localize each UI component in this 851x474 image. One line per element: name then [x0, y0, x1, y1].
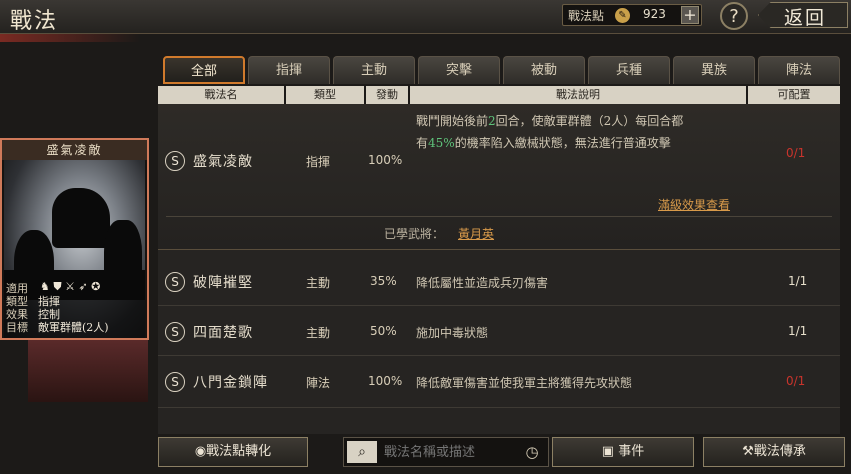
tactic-description: 降低屬性並造成兵刃傷害 — [416, 276, 549, 290]
config-count: 1/1 — [788, 274, 808, 288]
tactic-points-value: 923 — [643, 7, 666, 21]
tactic-list[interactable]: S 盛氣凌敵 指揮 100% 戰鬥開始後前2回合，使敵軍群體（2人）每回合都 有… — [158, 104, 840, 434]
tactic-row[interactable]: S 破陣摧堅 主動 35% 降低屬性並造成兵刃傷害 1/1 — [158, 258, 840, 306]
tactic-rate: 100% — [368, 374, 403, 388]
learned-generals-label: 已學武將： — [384, 227, 445, 241]
tab-troop[interactable]: 兵種 — [588, 56, 670, 84]
tactic-rate: 35% — [370, 274, 397, 288]
grade-badge: S — [165, 322, 185, 342]
grade-badge: S — [165, 151, 185, 171]
tactic-point-icon: ✎ — [615, 8, 630, 23]
tactic-type: 陣法 — [306, 376, 331, 390]
tactic-description: 戰鬥開始後前2回合，使敵軍群體（2人）每回合都 — [416, 114, 684, 128]
convert-points-button[interactable]: ◉戰法點轉化 — [158, 437, 308, 467]
unit-type-icons: ♞ ⛊ ⚔ ➶ ✪ — [40, 280, 101, 293]
tab-all[interactable]: 全部 — [163, 56, 245, 84]
full-effect-link[interactable]: 滿級效果查看 — [658, 196, 730, 213]
tactic-row-partial — [158, 410, 840, 434]
tactic-points-label: 戰法點 — [568, 9, 605, 23]
tab-active[interactable]: 主動 — [333, 56, 415, 84]
back-label: 返回 — [784, 7, 827, 29]
top-bar: 戰法 戰法點 ✎ 923 + ? 返回 — [0, 0, 851, 34]
card-stack-shadow — [28, 340, 148, 402]
help-button[interactable]: ? — [720, 2, 748, 30]
event-button[interactable]: ▣ 事件 — [552, 437, 694, 467]
tactic-description: 降低敵軍傷害並使我軍主將獲得先攻狀態 — [416, 376, 633, 390]
learned-general-link[interactable]: 黃月英 — [458, 225, 494, 242]
scroll-icon: ▣ — [601, 444, 619, 459]
grade-badge: S — [165, 372, 185, 392]
tactic-name: 破陣摧堅 — [193, 275, 253, 291]
hammer-icon: ⚒ — [742, 444, 754, 459]
tactic-row-expanded[interactable]: S 盛氣凌敵 指揮 100% 戰鬥開始後前2回合，使敵軍群體（2人）每回合都 有… — [158, 104, 840, 250]
col-header-name[interactable]: 戰法名 — [158, 86, 284, 104]
grade-badge: S — [165, 272, 185, 292]
card-stats: 適用 ♞ ⛊ ⚔ ➶ ✪ 類型 指揮 效果 控制 目標 敵軍群體(2人) — [4, 280, 145, 338]
add-points-button[interactable]: + — [681, 6, 699, 24]
inherit-tactic-label: 戰法傳承 — [753, 444, 806, 459]
tactic-name: 盛氣凌敵 — [193, 154, 253, 170]
search-icon[interactable]: ⌕ — [347, 441, 377, 463]
tactic-type: 主動 — [306, 276, 331, 290]
tactic-description-line2: 有45%的機率陷入繳械狀態，無法進行普通攻擊 — [416, 136, 671, 150]
tactic-type: 主動 — [306, 326, 331, 340]
search-box[interactable]: ⌕ ◷ — [343, 437, 549, 467]
tactic-type: 指揮 — [306, 155, 331, 169]
back-button[interactable]: 返回 — [758, 2, 848, 29]
convert-points-label: 戰法點轉化 — [206, 444, 272, 459]
tab-command[interactable]: 指揮 — [248, 56, 330, 84]
stat-value-target: 敵軍群體(2人) — [38, 321, 109, 334]
selected-tactic-card[interactable]: 盛氣凌敵 適用 ♞ ⛊ ⚔ ➶ ✪ 類型 指揮 效果 控制 目標 敵軍群體(2人… — [0, 138, 149, 340]
tab-tribe[interactable]: 異族 — [673, 56, 755, 84]
header-accent — [0, 34, 140, 42]
tactic-row[interactable]: S 八門金鎖陣 陣法 100% 降低敵軍傷害並使我軍主將獲得先攻狀態 0/1 — [158, 358, 840, 408]
col-header-config[interactable]: 可配置 — [748, 86, 840, 104]
tactic-name: 四面楚歌 — [193, 325, 253, 341]
config-count: 0/1 — [786, 146, 806, 160]
inherit-tactic-button[interactable]: ⚒戰法傳承 — [703, 437, 845, 467]
tactic-name: 八門金鎖陣 — [193, 375, 268, 391]
tactic-points-display: 戰法點 ✎ 923 + — [562, 4, 702, 26]
col-header-rate[interactable]: 發動 — [366, 86, 408, 104]
config-count: 0/1 — [786, 374, 806, 388]
tactic-row[interactable]: S 四面楚歌 主動 50% 施加中毒狀態 1/1 — [158, 308, 840, 356]
history-clock-icon[interactable]: ◷ — [520, 441, 544, 463]
tactic-description: 施加中毒狀態 — [416, 326, 489, 340]
tab-assault[interactable]: 突擊 — [418, 56, 500, 84]
stat-key-target: 目標 — [6, 321, 28, 334]
card-title: 盛氣凌敵 — [2, 140, 147, 160]
event-label: 事件 — [618, 444, 645, 459]
tactic-rate: 50% — [370, 324, 397, 338]
col-header-type[interactable]: 類型 — [286, 86, 364, 104]
config-count: 1/1 — [788, 324, 808, 338]
coin-icon: ◉ — [194, 444, 207, 459]
tactic-rate: 100% — [368, 153, 403, 167]
tab-passive[interactable]: 被動 — [503, 56, 585, 84]
row-divider — [166, 216, 832, 217]
search-input[interactable] — [382, 441, 516, 463]
col-header-desc: 戰法說明 — [410, 86, 746, 104]
page-title: 戰法 — [10, 9, 59, 34]
tab-formation[interactable]: 陣法 — [758, 56, 840, 84]
